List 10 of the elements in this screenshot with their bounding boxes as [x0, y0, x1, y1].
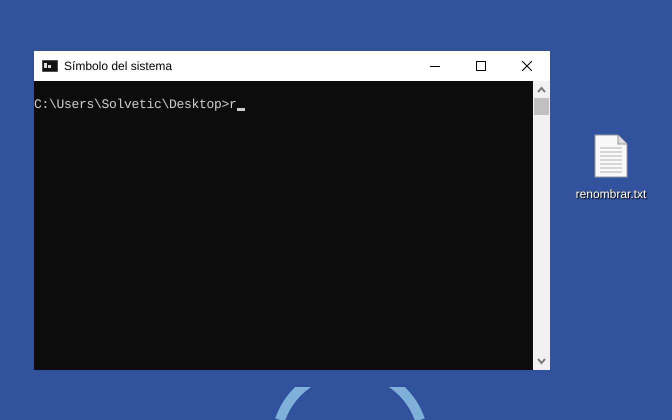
text-cursor — [236, 108, 245, 111]
maximize-icon — [476, 61, 486, 71]
scrollbar[interactable] — [533, 81, 550, 370]
console-icon — [42, 60, 58, 72]
console-line: C:\Users\Solvetic\Desktop>r — [34, 97, 237, 113]
file-name[interactable]: renombrar.txt — [576, 185, 646, 203]
scroll-thumb[interactable] — [534, 98, 549, 115]
window-title: Símbolo del sistema — [64, 58, 172, 75]
text-file-icon[interactable] — [594, 134, 628, 178]
close-icon — [522, 61, 532, 71]
